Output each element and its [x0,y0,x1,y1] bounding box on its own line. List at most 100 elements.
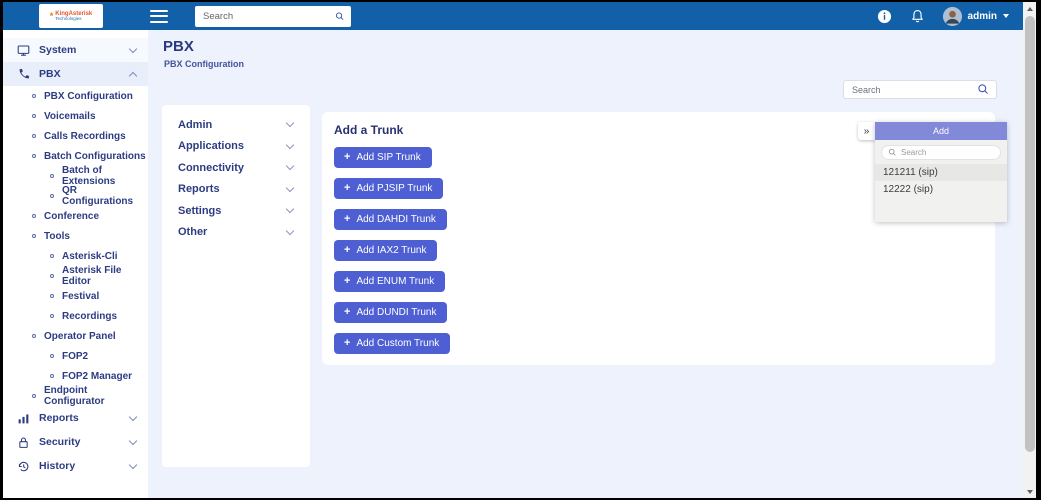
sidebar-item-endpoint-configurator[interactable]: Endpoint Configurator [3,385,148,407]
sidebar-item-qr-configurations[interactable]: QR Configurations [3,185,148,207]
desktop-icon [17,45,30,56]
sidebar-item-asterisk-file-editor[interactable]: Asterisk File Editor [3,265,148,287]
avatar [942,6,962,26]
bullet-icon [32,114,36,118]
chart-bar-icon [18,413,29,423]
chevron-down-icon [128,412,138,421]
sidebar-label: System [39,44,77,56]
scroll-up-arrow[interactable] [1023,2,1036,15]
menu-item-reports[interactable]: Reports [162,179,310,201]
brand-logo[interactable]: * KingAsterisk Technologies [39,4,103,28]
add-dahdi-trunk-button[interactable]: + Add DAHDI Trunk [334,209,447,230]
sidebar-item-operator-panel[interactable]: Operator Panel [3,326,148,346]
page-title: PBX [163,38,194,55]
add-custom-trunk-button[interactable]: + Add Custom Trunk [334,333,451,354]
sidebar-item-recordings[interactable]: Recordings [3,306,148,326]
sidebar-item-voicemails[interactable]: Voicemails [3,106,148,126]
topbar: * KingAsterisk Technologies Search admin [3,2,1023,30]
sidebar-item-calls-recordings[interactable]: Calls Recordings [3,126,148,146]
sidebar-item-security[interactable]: Security [3,430,148,454]
plus-icon: + [344,337,351,349]
sidebar-item-asterisk-cli[interactable]: Asterisk-Cli [3,246,148,266]
main-content: PBX PBX Configuration Admin Applications… [148,30,1023,498]
bullet-icon [50,194,54,198]
panel-search-input[interactable] [901,148,994,157]
chevron-down-icon [285,183,295,192]
menu-item-other[interactable]: Other [162,222,310,244]
bullet-icon [50,294,54,298]
sidebar-item-batch-of-extensions[interactable]: Batch of Extensions [3,165,148,187]
sidebar-item-conference[interactable]: Conference [3,206,148,226]
sidebar-item-pbx[interactable]: PBX [3,62,148,86]
scroll-down-arrow[interactable] [1023,485,1036,498]
sidebar-item-pbx-configuration[interactable]: PBX Configuration [3,86,148,106]
plus-icon: + [344,306,351,318]
trunk-list-item[interactable]: 121211 (sip) [875,164,1007,181]
plus-icon: + [344,213,351,225]
sidebar-item-festival[interactable]: Festival [3,286,148,306]
phone-icon [19,68,30,78]
bullet-icon [32,234,36,238]
menu-item-admin[interactable]: Admin [162,114,310,136]
panel-search [881,145,1001,160]
lock-icon [19,437,28,448]
chevron-down-icon [128,44,138,53]
menu-item-applications[interactable]: Applications [162,136,310,158]
topbar-search-input[interactable] [203,10,335,22]
plus-icon: + [344,244,351,256]
module-search-input[interactable] [852,84,977,95]
bullet-icon [50,374,54,378]
chevron-down-icon [285,205,295,214]
chevron-down-icon [285,140,295,149]
user-menu[interactable]: admin [942,6,1009,26]
bullet-icon [32,214,36,218]
sidebar-item-tools[interactable]: Tools [3,226,148,246]
logo-star-icon: * [49,10,54,21]
add-pjsip-trunk-button[interactable]: + Add PJSIP Trunk [334,178,444,199]
chevron-down-icon [1003,14,1009,18]
chevron-down-icon [128,460,138,469]
scrollbar-thumb[interactable] [1024,16,1035,452]
chevron-down-icon [285,226,295,235]
search-icon [888,148,896,156]
sidebar-item-system[interactable]: System [3,38,148,62]
add-enum-trunk-button[interactable]: + Add ENUM Trunk [334,271,446,292]
info-icon[interactable] [877,8,893,24]
bullet-icon [32,394,36,398]
screenshot-frame: * KingAsterisk Technologies Search admin… [0,0,1041,500]
bullet-icon [50,274,54,278]
sidebar: System PBX PBX Configuration Voicemails … [3,30,148,498]
add-iax2-trunk-button[interactable]: + Add IAX2 Trunk [334,240,438,261]
menu-item-connectivity[interactable]: Connectivity [162,157,310,179]
search-icon [978,84,988,94]
panel-collapse-button[interactable]: » [858,122,875,140]
bullet-icon [50,354,54,358]
notifications-bell-icon[interactable] [910,8,926,24]
chevron-up-icon [128,71,138,80]
add-sip-trunk-button[interactable]: + Add SIP Trunk [334,147,432,168]
hamburger-menu-icon[interactable] [150,9,168,23]
add-dundi-trunk-button[interactable]: + Add DUNDI Trunk [334,302,448,323]
bullet-icon [32,154,36,158]
sidebar-item-fop2[interactable]: FOP2 [3,346,148,366]
logo-subtitle: Technologies [55,15,82,21]
trunk-list-item[interactable]: 12222 (sip) [875,181,1007,198]
search-icon [336,12,344,20]
vertical-scrollbar[interactable] [1023,2,1036,498]
chevron-down-icon [128,436,138,445]
sidebar-item-fop2-manager[interactable]: FOP2 Manager [3,366,148,386]
bullet-icon [50,254,54,258]
bullet-icon [50,314,54,318]
sidebar-item-reports[interactable]: Reports [3,406,148,430]
plus-icon: + [344,275,351,287]
panel-header-add[interactable]: Add [875,122,1007,140]
topbar-search [195,5,351,27]
sidebar-item-history[interactable]: History [3,454,148,478]
breadcrumb[interactable]: PBX Configuration [164,59,244,69]
menu-item-settings[interactable]: Settings [162,200,310,222]
sidebar-label: PBX [39,68,61,80]
pbx-category-menu: Admin Applications Connectivity Reports … [162,105,310,467]
plus-icon: + [344,182,351,194]
module-search [843,80,997,99]
sidebar-item-batch-configurations[interactable]: Batch Configurations [3,146,148,166]
